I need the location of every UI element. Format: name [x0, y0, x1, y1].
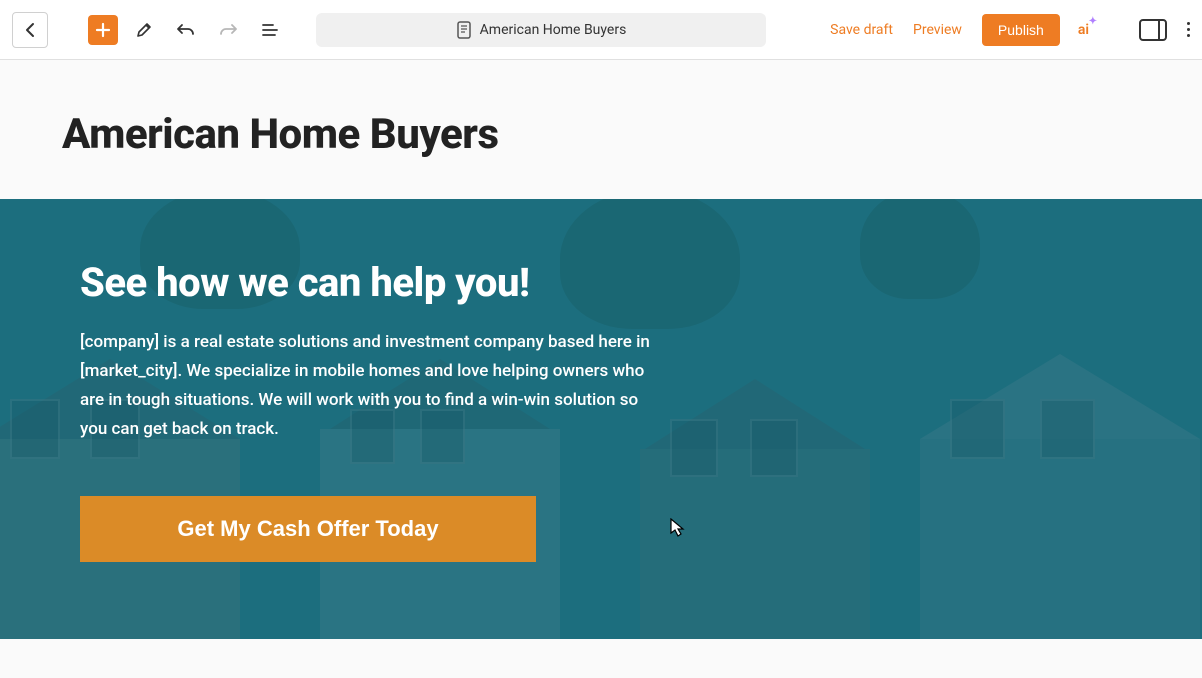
- sidebar-toggle-button[interactable]: [1139, 19, 1167, 41]
- cta-button[interactable]: Get My Cash Offer Today: [80, 496, 536, 562]
- editor-canvas[interactable]: American Home Buyers See how we can help…: [0, 60, 1202, 678]
- outline-button[interactable]: [254, 14, 286, 46]
- pencil-icon: [135, 21, 153, 39]
- ai-label: ai: [1078, 22, 1089, 38]
- undo-button[interactable]: [170, 14, 202, 46]
- add-block-button[interactable]: [88, 15, 118, 45]
- hero-block[interactable]: See how we can help you! [company] is a …: [0, 199, 1202, 639]
- sparkle-icon: ✦: [1089, 16, 1097, 27]
- page-title[interactable]: American Home Buyers: [0, 60, 1202, 199]
- hero-heading[interactable]: See how we can help you!: [80, 259, 660, 306]
- chevron-left-icon: [25, 22, 35, 38]
- back-button[interactable]: [12, 12, 48, 48]
- publish-button[interactable]: Publish: [982, 14, 1060, 46]
- outline-icon: [261, 23, 279, 37]
- more-menu-button[interactable]: [1187, 18, 1190, 41]
- preview-button[interactable]: Preview: [913, 22, 962, 38]
- page-icon: [456, 21, 472, 39]
- redo-icon: [218, 22, 238, 38]
- edit-tool-button[interactable]: [128, 14, 160, 46]
- redo-button[interactable]: [212, 14, 244, 46]
- plus-icon: [95, 22, 111, 38]
- hero-body-text[interactable]: [company] is a real estate solutions and…: [80, 328, 660, 444]
- undo-icon: [176, 22, 196, 38]
- document-title-field[interactable]: American Home Buyers: [316, 13, 766, 47]
- editor-toolbar: American Home Buyers Save draft Preview …: [0, 0, 1202, 60]
- save-draft-button[interactable]: Save draft: [830, 22, 893, 38]
- document-title-text: American Home Buyers: [480, 22, 627, 38]
- hero-content: See how we can help you! [company] is a …: [0, 199, 740, 602]
- ai-assist-button[interactable]: ai ✦: [1078, 22, 1089, 38]
